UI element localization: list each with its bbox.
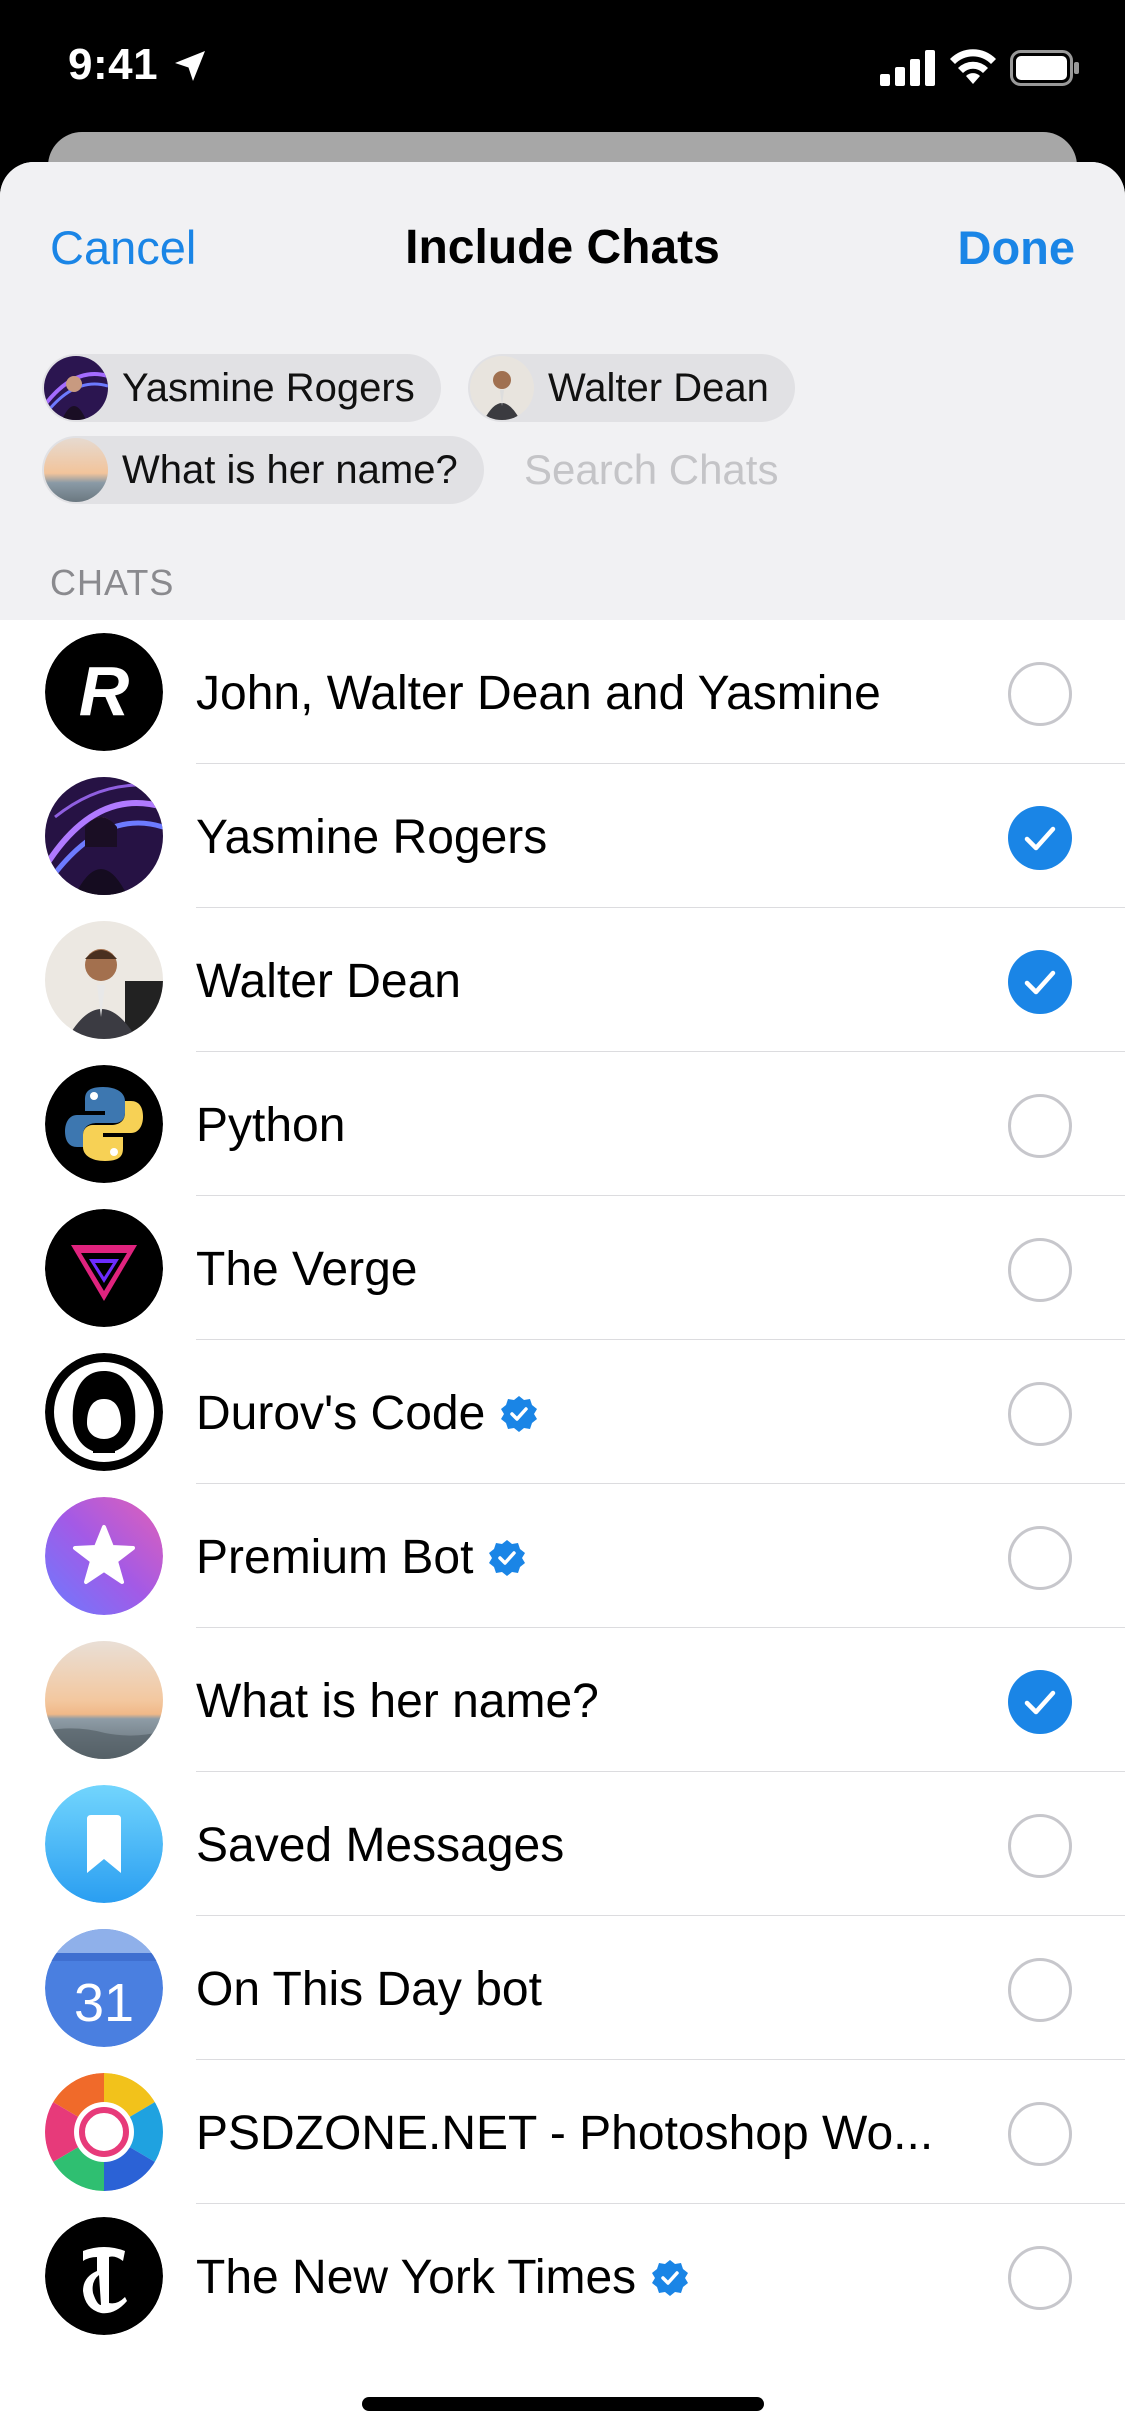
svg-text:R: R — [79, 652, 130, 730]
verge-logo-avatar — [45, 1209, 163, 1327]
search-input[interactable]: Search Chats — [524, 446, 778, 494]
chat-name: Python — [196, 1099, 346, 1152]
token-label: What is her name? — [122, 447, 458, 492]
status-time: 9:41 — [68, 40, 159, 89]
selection-checkbox[interactable] — [1008, 1958, 1072, 2022]
selected-token[interactable]: What is her name? — [42, 436, 484, 504]
chat-row[interactable]: Durov's Code — [0, 1340, 1125, 1484]
wifi-icon — [950, 49, 996, 84]
calendar-day-text: 31 — [74, 1973, 134, 2033]
selected-token[interactable]: Walter Dean — [468, 354, 795, 422]
bookmark-avatar — [45, 1785, 163, 1903]
page-title: Include Chats — [405, 221, 720, 274]
chat-name: The New York Times — [196, 2250, 690, 2305]
selected-token[interactable]: Yasmine Rogers — [42, 354, 441, 422]
section-header: CHATS — [0, 530, 1125, 620]
chat-row[interactable]: The Verge — [0, 1196, 1125, 1340]
selection-checkbox[interactable] — [1008, 1382, 1072, 1446]
selection-checkbox[interactable] — [1008, 806, 1072, 870]
section-header-label: CHATS — [50, 562, 175, 603]
selected-chats-field[interactable]: Yasmine Rogers Walter Dean What is her n… — [0, 330, 1125, 531]
hooded-figure-avatar — [45, 1353, 163, 1471]
checkmark-icon — [1024, 826, 1056, 851]
chat-row[interactable]: Walter Dean — [0, 908, 1125, 1052]
location-arrow-icon — [175, 51, 205, 81]
chat-row[interactable]: What is her name? — [0, 1628, 1125, 1772]
chat-name: Yasmine Rogers — [196, 811, 548, 864]
selection-checkbox[interactable] — [1008, 1238, 1072, 1302]
selection-checkbox[interactable] — [1008, 950, 1072, 1014]
star-avatar — [45, 1497, 163, 1615]
chat-name: Premium Bot — [196, 1530, 527, 1585]
selection-checkbox[interactable] — [1008, 1526, 1072, 1590]
chat-name: On This Day bot — [196, 1963, 542, 2016]
token-label: Yasmine Rogers — [122, 365, 415, 410]
include-chats-sheet: Cancel Include Chats Done Yasmine Rogers — [0, 162, 1125, 2436]
chat-name: Saved Messages — [196, 1819, 565, 1872]
checkmark-icon — [1024, 970, 1056, 995]
person-photo-avatar — [45, 777, 163, 895]
nyt-logo-avatar — [45, 2217, 163, 2335]
home-indicator[interactable] — [362, 2397, 764, 2411]
battery-icon — [1010, 50, 1079, 86]
chat-name: PSDZONE.NET - Photoshop Wo... — [196, 2107, 934, 2160]
selection-checkbox[interactable] — [1008, 1670, 1072, 1734]
chat-row[interactable]: R John, Walter Dean and Yasmine — [0, 620, 1125, 764]
status-bar: 9:41 — [0, 0, 1125, 130]
checkmark-icon — [1024, 1690, 1056, 1715]
calendar-avatar: 31 — [45, 1929, 163, 2047]
selection-checkbox[interactable] — [1008, 2102, 1072, 2166]
cellular-signal-icon — [880, 50, 935, 86]
chat-name: John, Walter Dean and Yasmine — [196, 667, 881, 720]
chat-row[interactable]: PSDZONE.NET - Photoshop Wo... — [0, 2060, 1125, 2204]
chat-row[interactable]: Yasmine Rogers — [0, 764, 1125, 908]
chat-name: Durov's Code — [196, 1386, 539, 1441]
selection-checkbox[interactable] — [1008, 1814, 1072, 1878]
token-avatar — [470, 356, 534, 420]
chat-name: The Verge — [196, 1243, 418, 1296]
token-label: Walter Dean — [548, 365, 769, 410]
verified-badge-icon — [652, 2259, 689, 2296]
selection-checkbox[interactable] — [1008, 662, 1072, 726]
sunset-photo-avatar — [45, 1641, 163, 1759]
chat-name: What is her name? — [196, 1675, 599, 1728]
navigation-bar: Cancel Include Chats Done — [0, 162, 1125, 331]
chat-row[interactable]: 31 On This Day bot — [0, 1916, 1125, 2060]
letter-r-avatar: R — [45, 633, 163, 751]
color-wheel-avatar — [45, 2073, 163, 2191]
python-logo-avatar — [45, 1065, 163, 1183]
verified-badge-icon — [489, 1539, 526, 1576]
chat-name: Walter Dean — [196, 955, 461, 1008]
chat-row[interactable]: Python — [0, 1052, 1125, 1196]
token-avatar — [44, 356, 108, 420]
verified-badge-icon — [501, 1395, 538, 1432]
chat-row[interactable]: Premium Bot — [0, 1484, 1125, 1628]
chat-row[interactable]: The New York Times — [0, 2204, 1125, 2348]
token-avatar — [44, 438, 108, 502]
chat-row[interactable]: Saved Messages — [0, 1772, 1125, 1916]
person-photo-avatar — [45, 921, 163, 1039]
selection-checkbox[interactable] — [1008, 1094, 1072, 1158]
selection-checkbox[interactable] — [1008, 2246, 1072, 2310]
done-button[interactable]: Done — [958, 220, 1076, 275]
